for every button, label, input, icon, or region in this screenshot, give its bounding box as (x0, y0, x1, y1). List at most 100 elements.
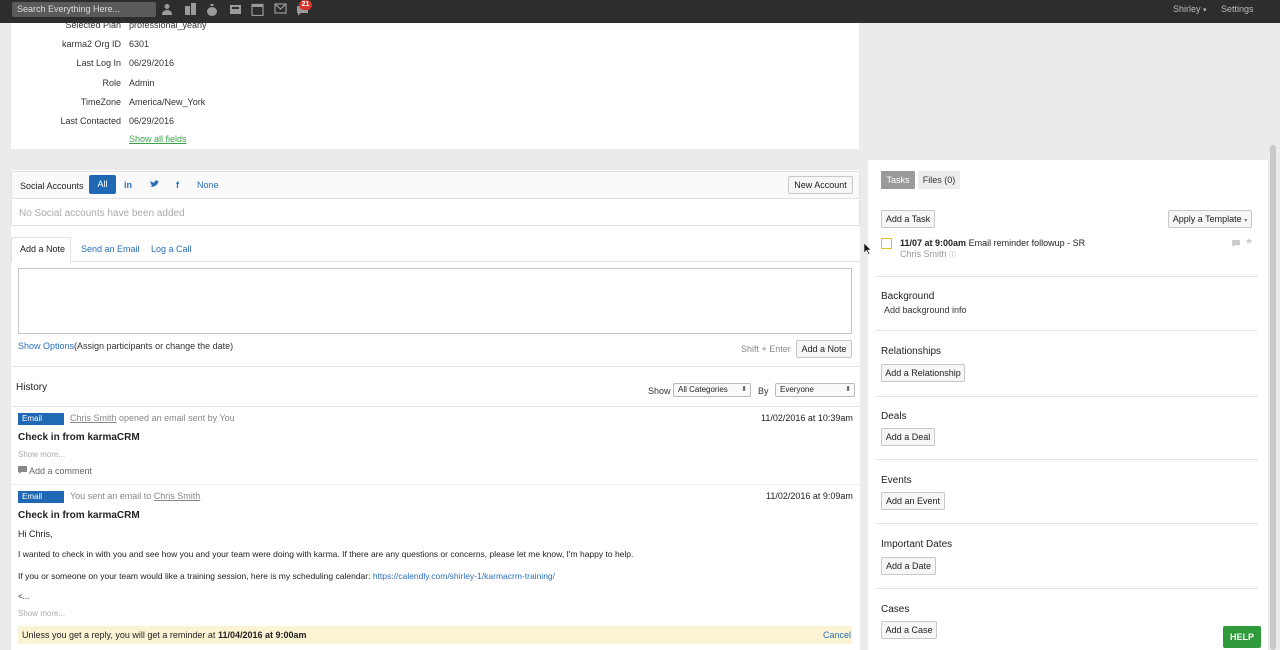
show-all-fields-link[interactable]: Show all fields (129, 134, 187, 144)
deals-title: Deals (881, 411, 907, 422)
email-ellipsis: <... (18, 592, 30, 601)
show-options-link[interactable]: Show Options (18, 341, 74, 351)
money-bag-icon[interactable] (205, 3, 219, 16)
divider (11, 366, 860, 367)
owner-select[interactable]: Everyone ⬍ (775, 383, 855, 397)
events-title: Events (881, 475, 912, 486)
sidebar-panel (868, 160, 1268, 650)
tab-send-email[interactable]: Send an Email (81, 244, 140, 254)
field-label: Last Log In (76, 58, 121, 68)
email-body-line: If you or someone on your team would lik… (18, 571, 555, 581)
select-arrows-icon: ⬍ (845, 386, 851, 393)
social-accounts-bar (11, 171, 860, 199)
contact-link[interactable]: Chris Smith (70, 413, 117, 423)
info-icon: ⓘ (949, 252, 957, 259)
field-row: Selected Plan (11, 20, 121, 30)
add-deal-button[interactable]: Add a Deal (881, 428, 935, 446)
email-greeting: Hi Chris, (18, 529, 53, 539)
add-event-button[interactable]: Add an Event (881, 492, 945, 510)
task-when: 11/07 at 9:00am (900, 238, 967, 248)
social-empty-text: No Social accounts have been added (19, 208, 185, 219)
facebook-icon[interactable]: f (176, 180, 179, 190)
building-icon[interactable] (183, 3, 197, 16)
show-more-link[interactable]: Show more... (18, 609, 65, 618)
field-label: Role (102, 78, 121, 88)
field-label: karma2 Org ID (61, 39, 121, 49)
divider (876, 276, 1258, 277)
history-item-summary: Chris Smith opened an email sent by You (70, 413, 235, 423)
tab-tasks[interactable]: Tasks (881, 171, 915, 189)
show-more-link[interactable]: Show more... (18, 450, 65, 459)
reminder-text: Unless you get a reply, you will get a r… (22, 630, 307, 640)
add-comment-label: Add a comment (29, 466, 93, 476)
search-input[interactable]: Search Everything Here... (12, 2, 156, 17)
field-value: 06/29/2016 (129, 58, 175, 68)
star-icon[interactable]: ★ (1245, 236, 1253, 247)
task-description: Email reminder followup - SR (968, 238, 1086, 248)
field-label: Selected Plan (65, 20, 121, 30)
person-icon[interactable] (160, 3, 174, 16)
mouse-cursor-icon (863, 242, 872, 257)
apply-template-button[interactable]: Apply a Template ▾ (1168, 210, 1252, 228)
settings-link[interactable]: Settings (1221, 4, 1254, 14)
add-background-link[interactable]: Add background info (884, 305, 967, 315)
add-note-button[interactable]: Add a Note (796, 340, 852, 358)
email-tag: Email (18, 413, 64, 425)
filter-all[interactable]: All (89, 175, 116, 194)
divider (876, 396, 1258, 397)
social-accounts-title: Social Accounts (20, 181, 84, 191)
by-label: By (758, 386, 769, 396)
calendar-icon[interactable] (250, 3, 264, 17)
apply-template-label: Apply a Template (1172, 214, 1242, 224)
cancel-reminder-link[interactable]: Cancel (823, 630, 851, 640)
chevron-down-icon: ▾ (1244, 218, 1248, 224)
email-body-text: If you or someone on your team would lik… (18, 571, 373, 581)
add-date-button[interactable]: Add a Date (881, 557, 936, 575)
important-dates-title: Important Dates (881, 539, 953, 550)
task-owner: Chris Smith ⓘ (900, 249, 956, 260)
contact-link[interactable]: Chris Smith (154, 491, 201, 501)
new-account-button[interactable]: New Account (788, 176, 853, 194)
category-select[interactable]: All Categories ⬍ (673, 383, 751, 397)
inbox-icon[interactable] (228, 3, 242, 16)
divider (11, 406, 860, 407)
comment-icon (18, 466, 27, 476)
task-checkbox[interactable] (881, 238, 892, 249)
envelope-icon[interactable] (273, 3, 287, 16)
user-menu[interactable]: Shirley ▾ (1173, 4, 1207, 14)
field-value: Admin (129, 78, 155, 88)
calendar-link[interactable]: https://calendly.com/shirley-1/karmacrm-… (373, 571, 555, 581)
tab-log-call[interactable]: Log a Call (151, 244, 192, 254)
field-value: 6301 (129, 39, 150, 49)
history-date: 11/02/2016 at 9:09am (766, 491, 853, 501)
cases-title: Cases (881, 604, 910, 615)
add-task-button[interactable]: Add a Task (881, 210, 935, 228)
divider (876, 330, 1258, 331)
comment-icon[interactable] (1232, 239, 1240, 249)
divider (876, 523, 1258, 524)
add-case-button[interactable]: Add a Case (881, 621, 937, 639)
email-body-line: I wanted to check in with you and see ho… (18, 549, 634, 559)
page-scrollbar[interactable] (1270, 145, 1276, 650)
show-label: Show (648, 386, 671, 396)
add-comment[interactable]: Add a comment (18, 466, 92, 476)
field-value: America/New_York (129, 97, 206, 107)
linkedin-icon[interactable]: in (124, 180, 132, 190)
tab-files[interactable]: Files (0) (918, 171, 960, 189)
divider (11, 484, 860, 485)
history-item-summary: You sent an email to Chris Smith (70, 491, 200, 501)
reminder-prefix: Unless you get a reply, you will get a r… (22, 630, 218, 640)
task-text[interactable]: 11/07 at 9:00am Email reminder followup … (900, 238, 1085, 248)
add-relationship-button[interactable]: Add a Relationship (881, 364, 965, 382)
note-textarea[interactable] (18, 268, 852, 334)
filter-none[interactable]: None (197, 180, 219, 190)
help-button[interactable]: HELP (1223, 626, 1261, 648)
relationships-title: Relationships (881, 346, 942, 357)
history-title: History (16, 382, 48, 393)
history-action: opened an email sent by You (119, 413, 235, 423)
tab-add-note-label: Add a Note (20, 244, 66, 254)
show-options[interactable]: Show Options(Assign participants or chan… (18, 341, 233, 351)
twitter-icon[interactable] (150, 180, 159, 190)
background-title: Background (881, 291, 935, 302)
user-name: Shirley (1173, 4, 1201, 14)
